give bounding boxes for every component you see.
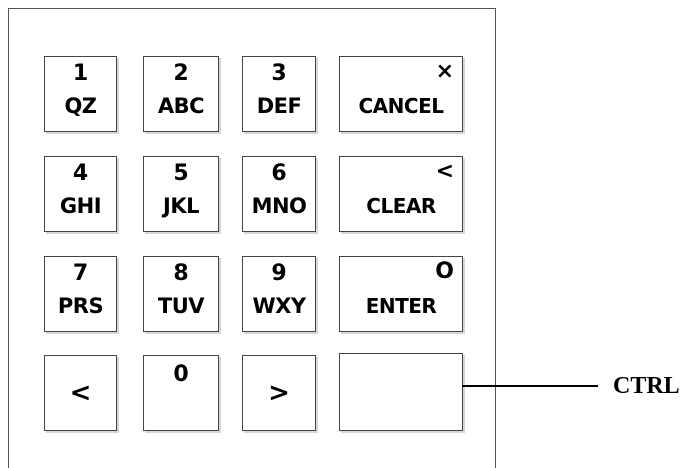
key-2[interactable]: 2 ABC — [143, 56, 219, 132]
key-1-number: 1 — [72, 61, 89, 86]
left-arrow-key[interactable]: < — [44, 355, 117, 431]
key-3-letters: DEF — [256, 94, 302, 118]
cancel-key[interactable]: × CANCEL — [339, 56, 463, 132]
clear-backspace-icon: < — [435, 159, 454, 184]
key-8-letters: TUV — [157, 294, 205, 318]
ctrl-callout-label: CTRL — [613, 373, 680, 399]
enter-key[interactable]: O ENTER — [339, 256, 463, 332]
key-4-number: 4 — [72, 161, 89, 186]
key-6-letters: MNO — [251, 194, 307, 218]
clear-key-label: CLEAR — [366, 194, 436, 218]
key-2-letters: ABC — [157, 94, 205, 118]
key-5-letters: JKL — [163, 194, 199, 218]
key-9[interactable]: 9 WXY — [242, 256, 316, 332]
key-9-letters: WXY — [252, 294, 306, 318]
key-4[interactable]: 4 GHI — [44, 156, 117, 232]
left-arrow-icon: < — [69, 378, 92, 408]
key-9-number: 9 — [271, 261, 287, 286]
cancel-key-label: CANCEL — [358, 94, 444, 118]
key-3-number: 3 — [271, 61, 287, 86]
keypad-panel: 1 QZ 2 ABC 3 DEF × CANCEL 4 GHI 5 JKL 6 … — [8, 8, 496, 468]
key-1-letters: QZ — [64, 94, 97, 118]
cancel-x-icon: × — [435, 59, 454, 84]
key-8[interactable]: 8 TUV — [143, 256, 219, 332]
clear-key[interactable]: < CLEAR — [339, 156, 463, 232]
key-6-number: 6 — [271, 161, 287, 186]
key-1[interactable]: 1 QZ — [44, 56, 117, 132]
key-3[interactable]: 3 DEF — [242, 56, 316, 132]
key-5-number: 5 — [173, 161, 189, 186]
key-0[interactable]: 0 — [143, 355, 219, 431]
right-arrow-icon: > — [268, 378, 290, 408]
key-2-number: 2 — [173, 61, 189, 86]
enter-o-icon: O — [435, 259, 454, 284]
ctrl-key[interactable] — [339, 353, 463, 431]
right-arrow-key[interactable]: > — [242, 355, 316, 431]
key-7-number: 7 — [72, 261, 89, 286]
key-0-number: 0 — [173, 362, 189, 387]
key-7[interactable]: 7 PRS — [44, 256, 117, 332]
key-6[interactable]: 6 MNO — [242, 156, 316, 232]
enter-key-label: ENTER — [365, 294, 437, 318]
ctrl-leader-line — [462, 385, 598, 387]
key-4-letters: GHI — [59, 194, 102, 218]
key-5[interactable]: 5 JKL — [143, 156, 219, 232]
key-8-number: 8 — [173, 261, 189, 286]
key-7-letters: PRS — [57, 294, 104, 318]
